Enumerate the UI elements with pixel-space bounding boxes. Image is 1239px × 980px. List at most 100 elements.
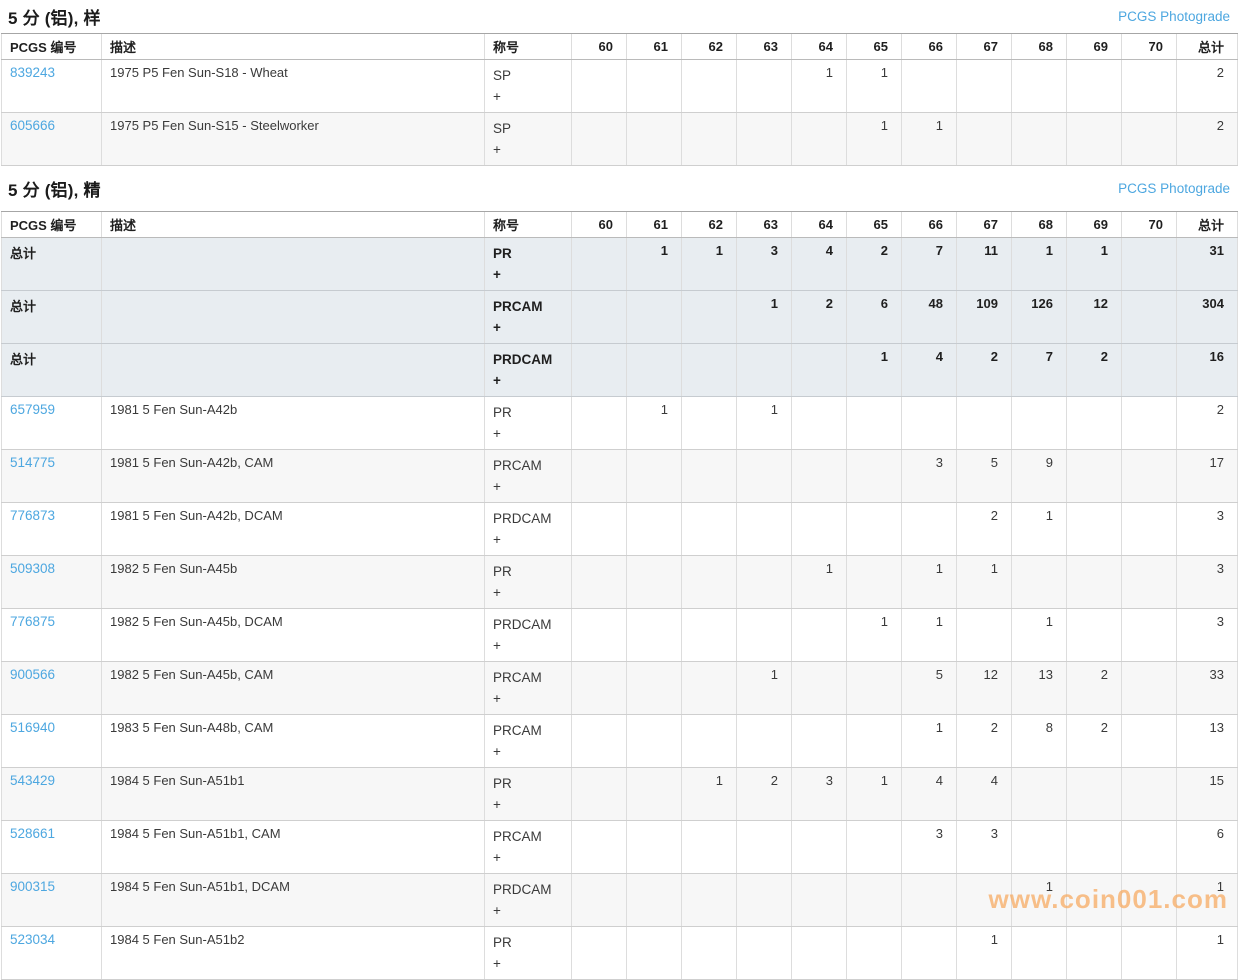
pcgs-number-link[interactable]: 776873 [10,508,55,523]
grade-count-cell-60 [572,768,627,821]
grade-count-cell-69 [1067,450,1122,503]
grade-count-cell-64 [792,715,847,768]
col-header-grade-60: 60 [572,34,627,60]
grade-count-cell-69 [1067,768,1122,821]
pcgs-number-link[interactable]: 516940 [10,720,55,735]
table-row: 总计PRDCAM+1427216 [2,344,1238,397]
grade-count-cell-67: 4 [957,768,1012,821]
row-total-cell: 13 [1177,715,1238,768]
grade-count-cell-64 [792,503,847,556]
grade-count-cell-60 [572,927,627,980]
grade-count-cell-66: 1 [902,113,957,166]
grade-count-cell-65 [847,715,902,768]
col-header-grade-63: 63 [737,34,792,60]
description-cell: 1981 5 Fen Sun-A42b [102,397,485,450]
grade-count-cell-61 [627,821,682,874]
grade-count-cell-63 [737,874,792,927]
col-header-grade-68: 68 [1012,212,1067,238]
col-header-grade-62: 62 [682,34,737,60]
row-total-cell: 3 [1177,609,1238,662]
grade-count-cell-62 [682,874,737,927]
designation-text: PR [493,402,563,423]
table-row: 6056661975 P5 Fen Sun-S15 - SteelworkerS… [2,113,1238,166]
row-total-cell: 1 [1177,927,1238,980]
grade-count-cell-67 [957,874,1012,927]
pcgs-number-link[interactable]: 543429 [10,773,55,788]
grade-count-cell-70 [1122,238,1177,291]
grade-count-cell-66: 1 [902,556,957,609]
grade-count-cell-62 [682,60,737,113]
grade-count-cell-64 [792,927,847,980]
col-header-grade-63: 63 [737,212,792,238]
grade-count-cell-69 [1067,503,1122,556]
pcgs-cell: 516940 [2,715,102,768]
grade-count-cell-61: 1 [627,238,682,291]
pcgs-number-link[interactable]: 605666 [10,118,55,133]
grade-count-cell-60 [572,450,627,503]
grade-count-cell-66 [902,927,957,980]
grade-count-cell-61 [627,662,682,715]
photograde-link[interactable]: PCGS Photograde [1118,9,1230,24]
table-title: 5 分 (铝), 样 [8,4,101,29]
pcgs-number-link[interactable]: 900315 [10,879,55,894]
grade-count-cell-70 [1122,768,1177,821]
photograde-link[interactable]: PCGS Photograde [1118,181,1230,196]
grade-count-cell-68 [1012,556,1067,609]
grade-count-cell-64 [792,662,847,715]
grade-count-cell-62 [682,715,737,768]
row-total-cell: 2 [1177,113,1238,166]
grade-count-cell-66: 4 [902,768,957,821]
grade-count-cell-67: 2 [957,503,1012,556]
grade-count-cell-65 [847,450,902,503]
designation-plus: + [493,688,563,709]
grade-count-cell-70 [1122,662,1177,715]
grade-count-cell-70 [1122,874,1177,927]
grade-count-cell-65: 1 [847,768,902,821]
grade-count-cell-62 [682,821,737,874]
grade-count-cell-63 [737,450,792,503]
grade-count-cell-68: 1 [1012,238,1067,291]
col-header-grade-61: 61 [627,212,682,238]
table-row: 9003151984 5 Fen Sun-A51b1, DCAMPRDCAM+1… [2,874,1238,927]
designation-text: PR [493,773,563,794]
table-row: 5169401983 5 Fen Sun-A48b, CAMPRCAM+1282… [2,715,1238,768]
grade-count-cell-67: 2 [957,344,1012,397]
grade-count-cell-63 [737,927,792,980]
row-total-cell: 2 [1177,397,1238,450]
pcgs-number-link[interactable]: 776875 [10,614,55,629]
pcgs-number-link[interactable]: 839243 [10,65,55,80]
grade-count-cell-66 [902,874,957,927]
grade-count-cell-66: 1 [902,715,957,768]
grade-count-cell-64: 2 [792,291,847,344]
grade-count-cell-61 [627,291,682,344]
description-cell [102,291,485,344]
grade-count-cell-68: 1 [1012,609,1067,662]
pcgs-number-link[interactable]: 523034 [10,932,55,947]
population-table: PCGS 编号描述称号6061626364656667686970总计 8392… [1,33,1238,166]
designation-plus: + [493,847,563,868]
pcgs-number-link[interactable]: 509308 [10,561,55,576]
pcgs-cell: 776875 [2,609,102,662]
grade-count-cell-64: 1 [792,556,847,609]
grade-count-cell-61 [627,503,682,556]
designation-plus: + [493,529,563,550]
header-row: PCGS 编号描述称号6061626364656667686970总计 [2,212,1238,238]
pcgs-number-link[interactable]: 900566 [10,667,55,682]
description-cell: 1982 5 Fen Sun-A45b, CAM [102,662,485,715]
table-row: 总计PRCAM+1264810912612304 [2,291,1238,344]
pcgs-number-link[interactable]: 657959 [10,402,55,417]
grade-count-cell-63 [737,609,792,662]
description-cell [102,238,485,291]
pcgs-number-link[interactable]: 528661 [10,826,55,841]
grade-count-cell-69: 12 [1067,291,1122,344]
grade-count-cell-63: 1 [737,662,792,715]
pcgs-number-link[interactable]: 514775 [10,455,55,470]
designation-plus: + [493,264,563,285]
grade-count-cell-68 [1012,768,1067,821]
designation-cell: PRCAM+ [485,291,572,344]
pop-table-section: 5 分 (铝), 精 PCGS Photograde PCGS 编号描述称号60… [0,166,1239,980]
designation-cell: PR+ [485,556,572,609]
pcgs-cell: 657959 [2,397,102,450]
pcgs-cell: 900566 [2,662,102,715]
grade-count-cell-65 [847,821,902,874]
